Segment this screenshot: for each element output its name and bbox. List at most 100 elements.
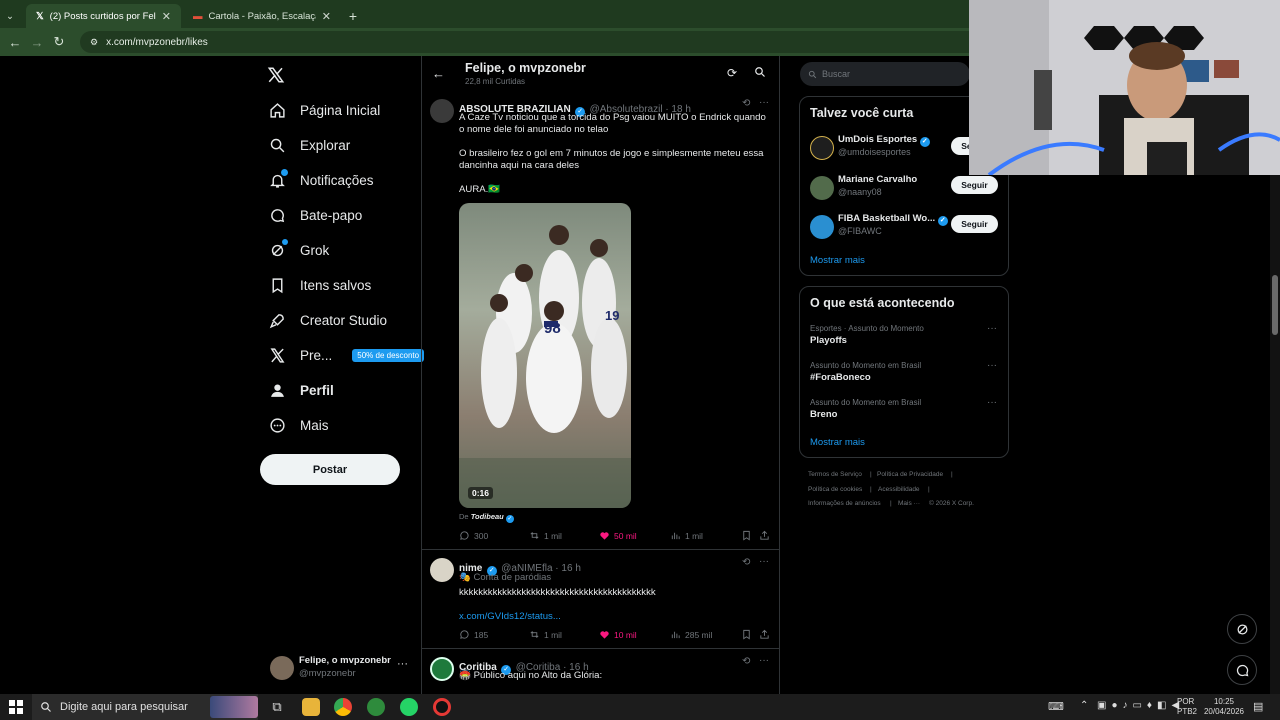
footer-link[interactable]: Informações de anúncios bbox=[808, 500, 881, 507]
tab-cartola[interactable]: ▬ Cartola - Paixão, Escalação, Zoa ✕ bbox=[183, 4, 341, 28]
tweet-video[interactable]: 98 19 0:16 bbox=[459, 203, 631, 508]
obs-icon[interactable] bbox=[433, 698, 451, 716]
chrome-icon[interactable] bbox=[334, 698, 352, 716]
taskbar-search-input[interactable]: Digite aqui para pesquisar bbox=[60, 701, 188, 713]
new-tab-button[interactable]: + bbox=[343, 4, 363, 28]
reply-button[interactable]: 185 bbox=[459, 629, 488, 640]
trend-more-icon[interactable]: ··· bbox=[987, 323, 997, 334]
avatar[interactable] bbox=[810, 215, 834, 239]
trend-topic[interactable]: Breno bbox=[810, 409, 837, 420]
grok-floating-button[interactable] bbox=[1227, 614, 1257, 644]
tray-icons[interactable]: ▣●♪▭♦◧◀ bbox=[1097, 700, 1184, 711]
tray-chevron-icon[interactable]: ⌃ bbox=[1080, 700, 1088, 711]
show-more-link[interactable]: Mostrar mais bbox=[810, 437, 865, 448]
nav-label: Página Inicial bbox=[300, 102, 381, 118]
grok-icon bbox=[1237, 624, 1247, 634]
tab-active[interactable]: 𝕏 (2) Posts curtidos por Felipe, o m ✕ bbox=[26, 4, 181, 28]
account-switcher[interactable]: Felipe, o mvpzonebr @mvpzonebr ··· bbox=[266, 654, 416, 682]
views-button[interactable]: 285 mil bbox=[670, 629, 712, 640]
reload-icon[interactable]: ↻ bbox=[48, 34, 70, 50]
search-box[interactable]: Buscar bbox=[800, 62, 970, 86]
views-button[interactable]: 1 mil bbox=[670, 530, 703, 541]
whatsapp-icon[interactable] bbox=[400, 698, 418, 716]
tweet-more-icon[interactable]: ··· bbox=[759, 556, 769, 567]
header-search-icon[interactable] bbox=[754, 65, 766, 83]
grok-explain-icon[interactable]: ⟲ bbox=[742, 656, 750, 667]
forward-icon[interactable]: → bbox=[26, 35, 48, 50]
footer-link[interactable]: Acessibilidade bbox=[878, 486, 920, 493]
back-icon[interactable]: ← bbox=[4, 35, 26, 50]
like-button[interactable]: 10 mil bbox=[599, 629, 637, 640]
follow-button[interactable]: Seguir bbox=[951, 215, 998, 233]
nav-explore[interactable]: Explorar bbox=[268, 132, 350, 158]
like-button[interactable]: 50 mil bbox=[599, 530, 637, 541]
search-input[interactable]: Buscar bbox=[822, 69, 850, 79]
language-indicator[interactable]: POR PTB2 bbox=[1177, 697, 1197, 717]
trend-more-icon[interactable]: ··· bbox=[987, 360, 997, 371]
url-field[interactable]: ⚙ x.com/mvpzonebr/likes bbox=[80, 31, 980, 53]
nav-notifications[interactable]: Notificações bbox=[268, 167, 374, 193]
messages-floating-button[interactable] bbox=[1227, 655, 1257, 685]
retweet-button[interactable]: 1 mil bbox=[529, 629, 562, 640]
bookmark-button[interactable] bbox=[741, 530, 752, 541]
profile-header: ← Felipe, o mvpzonebr 22,8 mil Curtidas … bbox=[422, 56, 779, 94]
user-name[interactable]: UmDois Esportes ✓ bbox=[838, 134, 930, 147]
nav-premium[interactable]: Pre... 50% de desconto bbox=[268, 342, 425, 368]
scrollbar-thumb[interactable] bbox=[1272, 275, 1278, 335]
close-tab-icon[interactable]: ✕ bbox=[162, 10, 171, 23]
account-more-icon[interactable]: ··· bbox=[397, 658, 408, 670]
footer-link[interactable]: Política de cookies bbox=[808, 486, 862, 493]
footer-link[interactable]: Mais ··· bbox=[898, 500, 920, 507]
show-more-link[interactable]: Mostrar mais bbox=[810, 255, 865, 266]
windows-start-icon[interactable] bbox=[9, 700, 23, 714]
nav-creator-studio[interactable]: Creator Studio bbox=[268, 307, 387, 333]
nav-profile[interactable]: Perfil bbox=[268, 377, 334, 403]
post-button[interactable]: Postar bbox=[260, 454, 400, 485]
refresh-icon[interactable]: ⟳ bbox=[727, 66, 737, 80]
avatar[interactable] bbox=[430, 657, 454, 681]
user-name[interactable]: Mariane Carvalho bbox=[838, 174, 917, 185]
notification-center-icon[interactable]: ▤ bbox=[1253, 700, 1263, 713]
reply-button[interactable]: 300 bbox=[459, 530, 488, 541]
grok-explain-icon[interactable]: ⟲ bbox=[742, 557, 750, 568]
footer-separator: | bbox=[870, 486, 872, 493]
user-name[interactable]: FIBA Basketball Wo... ✓ bbox=[838, 213, 948, 226]
app-icon-green[interactable] bbox=[367, 698, 385, 716]
avatar[interactable] bbox=[430, 558, 454, 582]
nav-grok[interactable]: Grok bbox=[268, 237, 329, 263]
avatar[interactable] bbox=[810, 136, 834, 160]
close-tab-icon[interactable]: ✕ bbox=[322, 10, 331, 23]
task-view-icon[interactable]: ⧉ bbox=[268, 698, 286, 716]
trend-more-icon[interactable]: ··· bbox=[987, 397, 997, 408]
nav-bookmarks[interactable]: Itens salvos bbox=[268, 272, 371, 298]
nav-more[interactable]: Mais bbox=[268, 412, 329, 438]
account-name: Felipe, o mvpzonebr bbox=[299, 655, 391, 666]
site-info-icon[interactable]: ⚙ bbox=[90, 37, 98, 48]
footer-link[interactable]: Política de Privacidade bbox=[877, 471, 943, 478]
x-logo-icon[interactable] bbox=[267, 66, 285, 84]
share-button[interactable] bbox=[759, 530, 770, 541]
trend-topic[interactable]: #ForaBoneco bbox=[810, 372, 871, 383]
follow-button[interactable]: Seguir bbox=[951, 176, 998, 194]
back-arrow-icon[interactable]: ← bbox=[432, 66, 445, 81]
share-button[interactable] bbox=[759, 629, 770, 640]
grok-explain-icon[interactable]: ⟲ bbox=[742, 98, 750, 109]
tweet-more-icon[interactable]: ··· bbox=[759, 655, 769, 666]
page-scrollbar[interactable] bbox=[1270, 175, 1280, 694]
tab-list-button[interactable]: ⌄ bbox=[0, 4, 24, 28]
tweet-more-icon[interactable]: ··· bbox=[759, 97, 769, 108]
video-source-name[interactable]: Todibeau bbox=[471, 512, 504, 521]
avatar[interactable] bbox=[430, 99, 454, 123]
keyboard-icon[interactable]: ⌨ bbox=[1048, 700, 1064, 713]
file-explorer-icon[interactable] bbox=[302, 698, 320, 716]
grok-badge bbox=[282, 239, 288, 245]
retweet-button[interactable]: 1 mil bbox=[529, 530, 562, 541]
clock[interactable]: 10:25 20/04/2026 bbox=[1203, 697, 1245, 717]
bookmark-button[interactable] bbox=[741, 629, 752, 640]
footer-link[interactable]: Termos de Serviço bbox=[808, 471, 862, 478]
nav-chat[interactable]: Bate-papo bbox=[268, 202, 362, 228]
tweet-link[interactable]: x.com/GVIds12/status... bbox=[459, 611, 769, 623]
nav-home[interactable]: Página Inicial bbox=[268, 97, 380, 123]
trend-topic[interactable]: Playoffs bbox=[810, 335, 847, 346]
avatar[interactable] bbox=[810, 176, 834, 200]
